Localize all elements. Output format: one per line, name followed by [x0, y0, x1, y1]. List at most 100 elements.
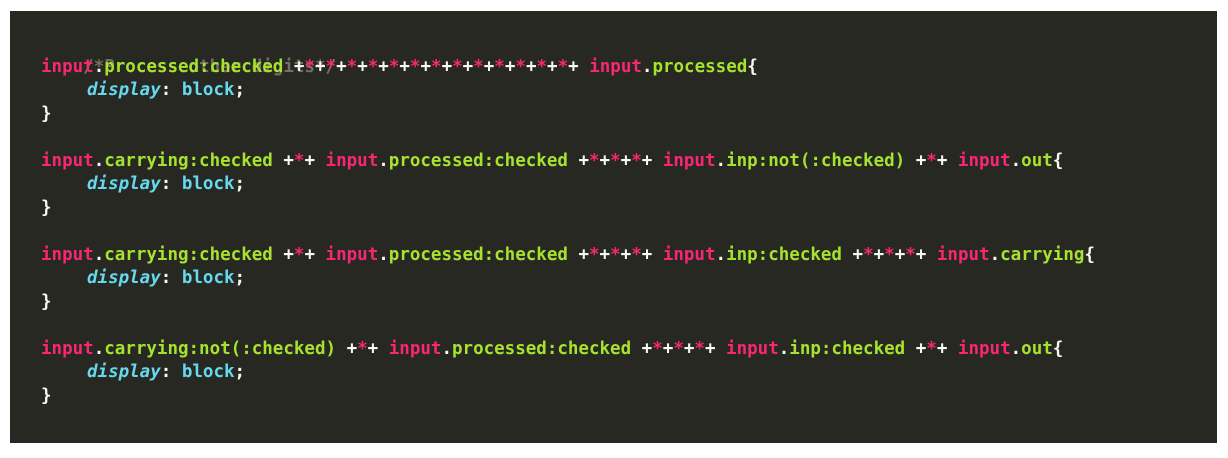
selector-class: processed:checked — [388, 244, 568, 265]
star-combinator: * — [473, 56, 484, 77]
open-brace: { — [1052, 338, 1064, 359]
selector-class: inp:not(:checked) — [726, 150, 906, 171]
star-combinator: * — [694, 338, 705, 359]
open-brace: { — [1052, 150, 1064, 171]
plus-combinator: + — [599, 244, 611, 265]
selector-tag: input — [726, 338, 779, 359]
plus-combinator: + — [936, 150, 948, 171]
combinator-chain: +*+*+*+ — [853, 245, 927, 265]
selector-tag: input — [41, 338, 94, 359]
selector-tag: input — [957, 338, 1011, 359]
plus-combinator: + — [578, 150, 589, 171]
close-brace: } — [41, 103, 52, 124]
selector-class: inp:checked — [726, 244, 842, 265]
plus-combinator: + — [378, 56, 389, 77]
selector-dot: . — [441, 338, 452, 359]
star-combinator: * — [325, 56, 337, 77]
plus-combinator: + — [620, 150, 632, 171]
selector-dot: . — [93, 56, 105, 77]
close-brace-line: } — [41, 103, 1217, 127]
plus-combinator: + — [483, 56, 495, 77]
css-value: block — [181, 80, 235, 100]
close-brace-line: } — [41, 291, 1217, 315]
code-editor[interactable]: /*Process other digits*/ input.processed… — [10, 11, 1217, 443]
selector-class: carrying:checked — [104, 150, 273, 171]
star-combinator: * — [409, 56, 421, 77]
selector-class: processed — [652, 56, 748, 77]
star-combinator: * — [863, 244, 874, 265]
selector-tag: input — [662, 150, 716, 171]
selector-class: out — [1021, 338, 1053, 359]
star-combinator: * — [431, 56, 442, 77]
selector-tag: input — [41, 150, 94, 171]
plus-combinator: + — [620, 244, 632, 265]
selector-class: inp:checked — [789, 338, 906, 359]
star-combinator: * — [905, 244, 916, 265]
selector-dot: . — [378, 244, 389, 265]
star-combinator: * — [652, 338, 663, 359]
star-combinator: * — [304, 56, 315, 77]
css-property: display — [87, 268, 161, 288]
declaration-line: display: block; — [41, 173, 1217, 197]
star-combinator: * — [631, 244, 642, 265]
close-brace-line: } — [41, 385, 1217, 409]
combinator-chain: +*+ — [916, 339, 948, 359]
selector-tag: input — [662, 244, 716, 265]
star-combinator: * — [293, 244, 305, 265]
combinator-chain: +*+ — [347, 339, 379, 359]
star-combinator: * — [346, 56, 358, 77]
css-rules: input.processed:checked +*+*+*+*+*+*+*+*… — [41, 56, 1217, 409]
selector-tag: input — [41, 244, 94, 265]
colon: : — [160, 80, 182, 100]
plus-combinator: + — [683, 338, 695, 359]
star-combinator: * — [589, 150, 600, 171]
plus-combinator: + — [547, 56, 558, 77]
star-combinator: * — [884, 244, 895, 265]
selector-dot: . — [93, 150, 105, 171]
plus-combinator: + — [578, 244, 589, 265]
star-combinator: * — [926, 150, 937, 171]
star-combinator: * — [610, 244, 621, 265]
close-brace-line: } — [41, 197, 1217, 221]
css-value: block — [181, 268, 235, 288]
selector-dot: . — [378, 150, 389, 171]
star-combinator: * — [631, 150, 642, 171]
colon: : — [160, 362, 182, 382]
combinator-chain: +*+ — [283, 245, 315, 265]
selector-class: out — [1021, 150, 1053, 171]
selector-tag: input — [325, 150, 379, 171]
plus-combinator: + — [336, 56, 347, 77]
plus-combinator: + — [662, 338, 674, 359]
semicolon: ; — [234, 362, 246, 382]
plus-combinator: + — [420, 56, 432, 77]
star-combinator: * — [926, 338, 937, 359]
close-brace: } — [41, 385, 52, 406]
plus-combinator: + — [641, 150, 653, 171]
selector-tag: input — [936, 244, 990, 265]
star-combinator: * — [293, 150, 305, 171]
selector-line: input.carrying:checked +*+ input.process… — [41, 244, 1217, 268]
selector-class: processed:checked — [104, 56, 284, 77]
selector-dot: . — [715, 244, 727, 265]
colon: : — [160, 174, 182, 194]
css-property: display — [87, 362, 161, 382]
selector-tag: input — [388, 338, 442, 359]
selector-dot: . — [989, 244, 1001, 265]
star-combinator: * — [610, 150, 621, 171]
selector-dot: . — [93, 338, 105, 359]
combinator-chain: +*+*+*+ — [578, 151, 652, 171]
selector-class: processed:checked — [452, 338, 632, 359]
plus-combinator: + — [293, 56, 305, 77]
